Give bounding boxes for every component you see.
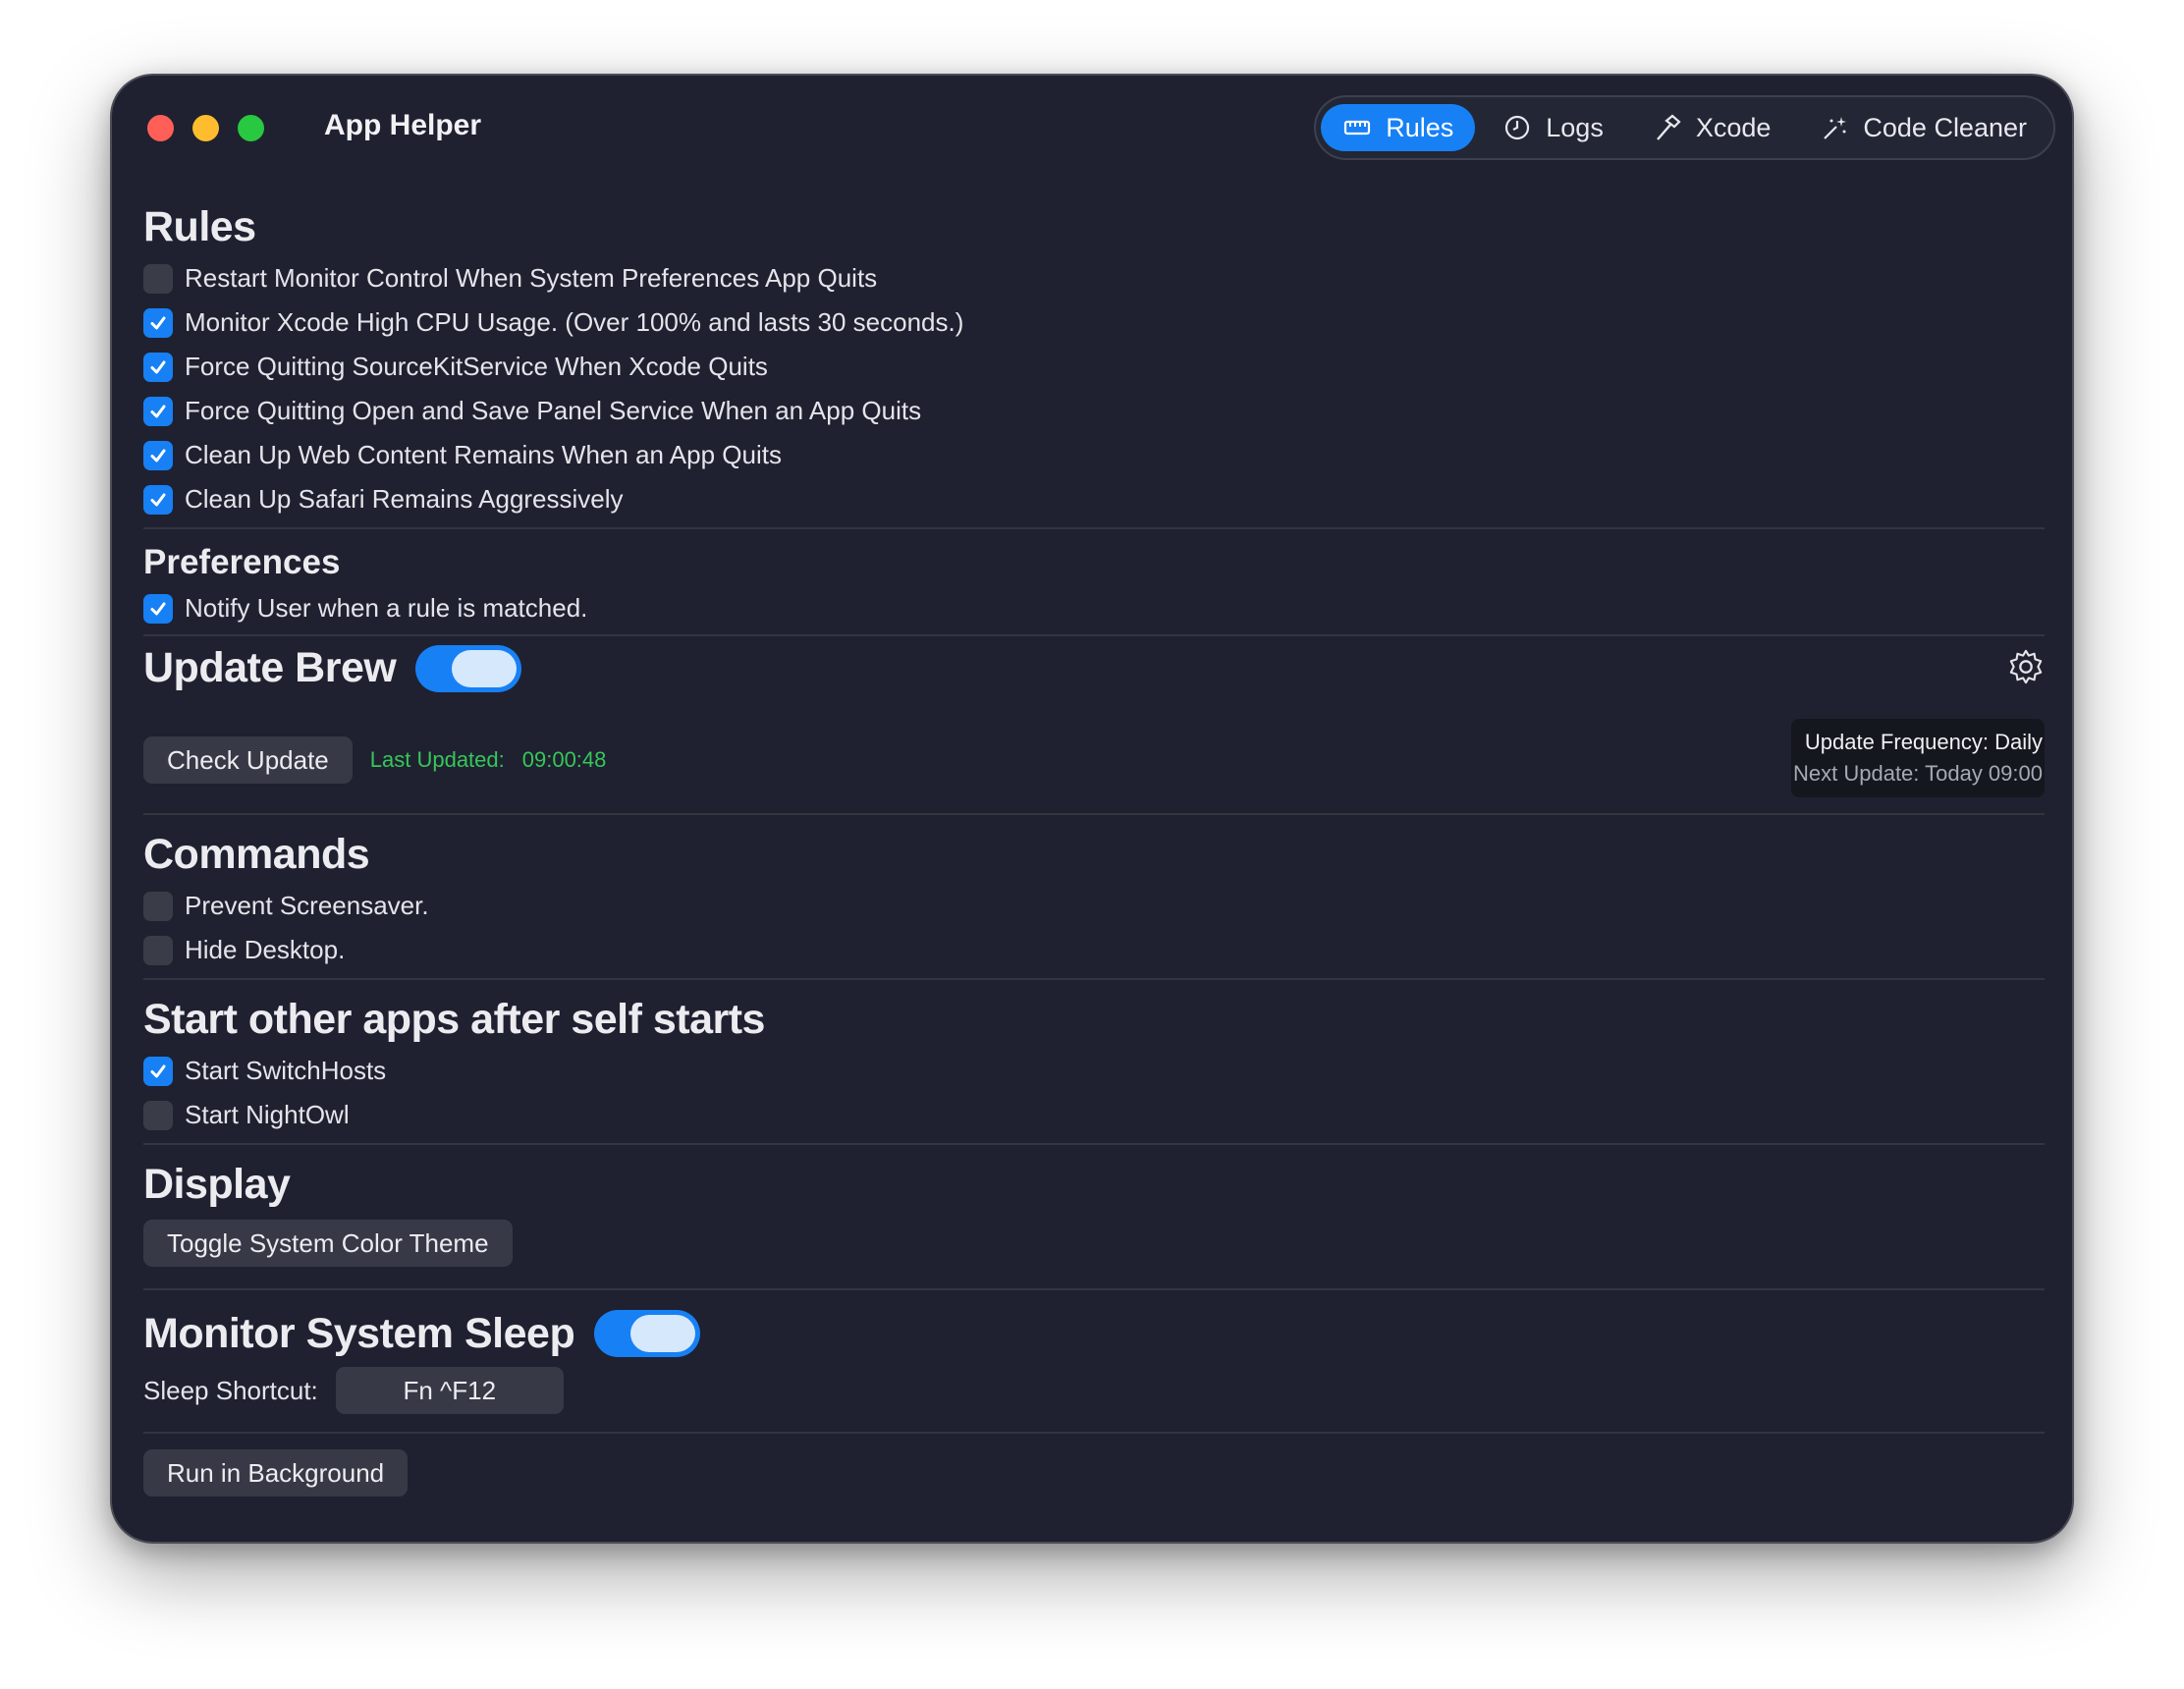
toggle-knob — [630, 1315, 696, 1352]
section-title-rules: Rules — [143, 203, 256, 250]
rule-row[interactable]: Force Quitting Open and Save Panel Servi… — [143, 389, 2045, 433]
rule-row[interactable]: Clean Up Safari Remains Aggressively — [143, 477, 2045, 521]
tab-code-cleaner[interactable]: Code Cleaner — [1798, 104, 2048, 151]
tab-xcode[interactable]: Xcode — [1631, 104, 1793, 151]
tab-logs[interactable]: Logs — [1481, 104, 1625, 151]
check-update-button[interactable]: Check Update — [143, 736, 353, 784]
checkbox-label: Notify User when a rule is matched. — [185, 593, 588, 623]
toggle-knob — [452, 649, 518, 687]
checkbox[interactable] — [143, 891, 173, 921]
checkbox-label: Clean Up Safari Remains Aggressively — [185, 484, 624, 514]
divider — [143, 1143, 2045, 1145]
sleep-shortcut-row: Sleep Shortcut: Fn ^F12 — [143, 1361, 2045, 1420]
section-title-start-apps: Start other apps after self starts — [143, 996, 765, 1043]
sleep-header: Monitor System Sleep — [143, 1306, 2045, 1361]
tab-label: Code Cleaner — [1863, 112, 2027, 142]
checkbox[interactable] — [143, 352, 173, 382]
tab-label: Logs — [1546, 112, 1604, 142]
section-title-brew: Update Brew — [143, 644, 397, 691]
toolbar-tabs: Rules Logs Xcode Code Cleaner — [1314, 95, 2055, 160]
window-title: App Helper — [324, 109, 482, 141]
update-frequency-info: Update Frequency: Daily Next Update: Tod… — [1791, 719, 2045, 797]
checkbox-label: Clean Up Web Content Remains When an App… — [185, 440, 782, 469]
ruler-icon — [1344, 120, 1371, 136]
section-title-preferences: Preferences — [143, 543, 341, 581]
rules-content: Rules Restart Monitor Control When Syste… — [143, 203, 2045, 1497]
display-row: Toggle System Color Theme — [143, 1220, 2045, 1288]
rules-list: Restart Monitor Control When System Pref… — [143, 256, 2045, 521]
gear-icon[interactable] — [2007, 648, 2045, 685]
checkbox[interactable] — [143, 935, 173, 965]
rule-row[interactable]: Clean Up Web Content Remains When an App… — [143, 433, 2045, 477]
checkbox[interactable] — [143, 1100, 173, 1130]
divider — [143, 1432, 2045, 1434]
last-updated-label: Last Updated: — [369, 747, 505, 772]
checkmark-icon — [150, 602, 166, 615]
minimize-button[interactable] — [192, 115, 219, 141]
brew-section: Update Brew Check Update Last Updated: 0… — [143, 636, 2045, 813]
checkbox[interactable] — [143, 1056, 173, 1086]
checkbox[interactable] — [143, 593, 173, 624]
checkbox-label: Hide Desktop. — [185, 935, 346, 964]
checkmark-icon — [150, 405, 166, 417]
preference-row[interactable]: Notify User when a rule is matched. — [143, 586, 2045, 630]
command-row[interactable]: Prevent Screensaver. — [143, 884, 2045, 928]
start-app-row[interactable]: Start NightOwl — [143, 1093, 2045, 1137]
divider — [143, 978, 2045, 980]
next-update: Next Update: Today 09:00 — [1793, 761, 2043, 786]
update-frequency: Update Frequency: Daily — [1804, 730, 2043, 754]
checkbox[interactable] — [143, 396, 173, 426]
section-title-commands: Commands — [143, 831, 370, 878]
checkbox-label: Prevent Screensaver. — [185, 891, 429, 920]
checkbox-label: Monitor Xcode High CPU Usage. (Over 100%… — [185, 307, 964, 337]
start-app-row[interactable]: Start SwitchHosts — [143, 1049, 2045, 1093]
divider — [143, 1288, 2045, 1290]
tab-rules[interactable]: Rules — [1321, 104, 1476, 151]
last-updated-value: 09:00:48 — [521, 747, 607, 772]
checkbox[interactable] — [143, 484, 173, 515]
start-apps-list: Start SwitchHosts Start NightOwl — [143, 1049, 2045, 1137]
rule-row[interactable]: Force Quitting SourceKitService When Xco… — [143, 345, 2045, 389]
checkmark-icon — [150, 493, 166, 506]
brew-toggle[interactable] — [415, 644, 522, 692]
sleep-toggle[interactable] — [594, 1310, 701, 1357]
divider — [143, 527, 2045, 529]
app-window: App Helper Rules Logs Xcode Code Cleaner… — [110, 74, 2074, 1544]
footer: Run in Background — [143, 1449, 2045, 1497]
tab-label: Rules — [1386, 112, 1454, 142]
tab-label: Xcode — [1695, 112, 1772, 142]
rule-row[interactable]: Restart Monitor Control When System Pref… — [143, 256, 2045, 300]
hammer-icon — [1656, 114, 1681, 140]
zoom-button[interactable] — [238, 115, 264, 141]
section-title-sleep: Monitor System Sleep — [143, 1309, 575, 1357]
checkmark-icon — [150, 1064, 166, 1077]
checkbox-label: Start NightOwl — [185, 1100, 350, 1129]
rule-row[interactable]: Monitor Xcode High CPU Usage. (Over 100%… — [143, 300, 2045, 345]
close-button[interactable] — [147, 115, 174, 141]
toggle-color-theme-button[interactable]: Toggle System Color Theme — [143, 1220, 513, 1267]
checkbox[interactable] — [143, 307, 173, 338]
sleep-shortcut-recorder[interactable]: Fn ^F12 — [335, 1367, 564, 1414]
checkmark-icon — [150, 360, 166, 373]
section-title-display: Display — [143, 1161, 291, 1208]
sleep-shortcut-label: Sleep Shortcut: — [143, 1375, 318, 1405]
sparkle-wand-icon — [1824, 117, 1847, 139]
window-controls — [147, 115, 264, 141]
checkbox-label: Restart Monitor Control When System Pref… — [185, 263, 878, 293]
preferences-list: Notify User when a rule is matched. — [143, 586, 2045, 630]
checkbox[interactable] — [143, 263, 173, 294]
clock-icon — [1505, 115, 1530, 140]
checkmark-icon — [150, 316, 166, 329]
run-in-background-button[interactable]: Run in Background — [143, 1449, 409, 1497]
checkbox[interactable] — [143, 440, 173, 470]
checkbox-label: Force Quitting Open and Save Panel Servi… — [185, 396, 922, 425]
checkbox-label: Start SwitchHosts — [185, 1056, 387, 1085]
checkmark-icon — [150, 449, 166, 462]
commands-list: Prevent Screensaver. Hide Desktop. — [143, 884, 2045, 972]
divider — [143, 813, 2045, 815]
checkbox-label: Force Quitting SourceKitService When Xco… — [185, 352, 768, 381]
command-row[interactable]: Hide Desktop. — [143, 928, 2045, 972]
